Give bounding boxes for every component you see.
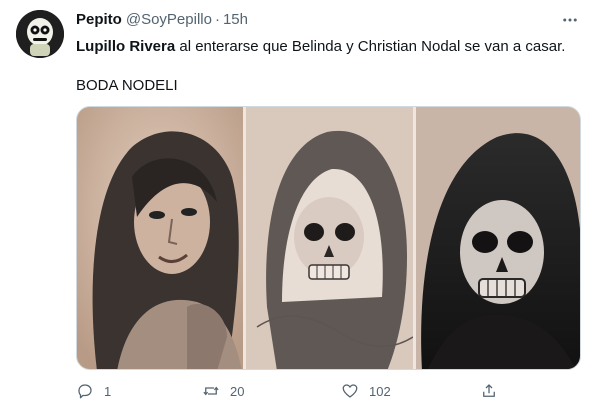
retweet-button[interactable]: 20 [202, 382, 244, 400]
heart-icon [342, 384, 358, 398]
more-button[interactable] [559, 10, 581, 30]
author-handle[interactable]: @SoyPepillo [126, 11, 212, 28]
header-separator: · [214, 11, 220, 28]
tweet-bold-name: Lupillo Rivera [76, 38, 176, 55]
retweet-icon [203, 386, 219, 396]
tweet-header: Pepito @SoyPepillo · 15h [76, 11, 248, 29]
reply-button[interactable]: 1 [76, 382, 111, 400]
like-count: 102 [369, 383, 391, 399]
avatar-image [16, 10, 64, 58]
retweet-count: 20 [230, 383, 245, 399]
author-display-name[interactable]: Pepito [76, 11, 122, 28]
avatar[interactable] [16, 10, 64, 58]
tweet-text-line2: BODA NODELI [76, 77, 178, 94]
panel-sketch-skull [246, 107, 414, 369]
tweet-text-rest: al enterarse que Belinda y Christian Nod… [175, 38, 566, 55]
reply-icon [78, 384, 92, 399]
tweet-text-line1: Lupillo Rivera al enterarse que Belinda … [76, 37, 565, 57]
share-button[interactable] [480, 382, 498, 400]
panel-woman-portrait [77, 107, 243, 369]
tweet-media[interactable] [76, 106, 581, 370]
tweet-timestamp[interactable]: 15h [223, 11, 248, 28]
more-horizontal-icon [563, 18, 577, 22]
share-icon [483, 384, 495, 397]
tweet-actions: 1 20 102 [76, 382, 581, 402]
panel-shaded-skull [416, 107, 580, 369]
like-button[interactable]: 102 [341, 382, 391, 400]
tweet: Pepito @SoyPepillo · 15h Lupillo Rivera al … [0, 0, 597, 411]
media-image [77, 107, 580, 369]
reply-count: 1 [104, 383, 112, 399]
